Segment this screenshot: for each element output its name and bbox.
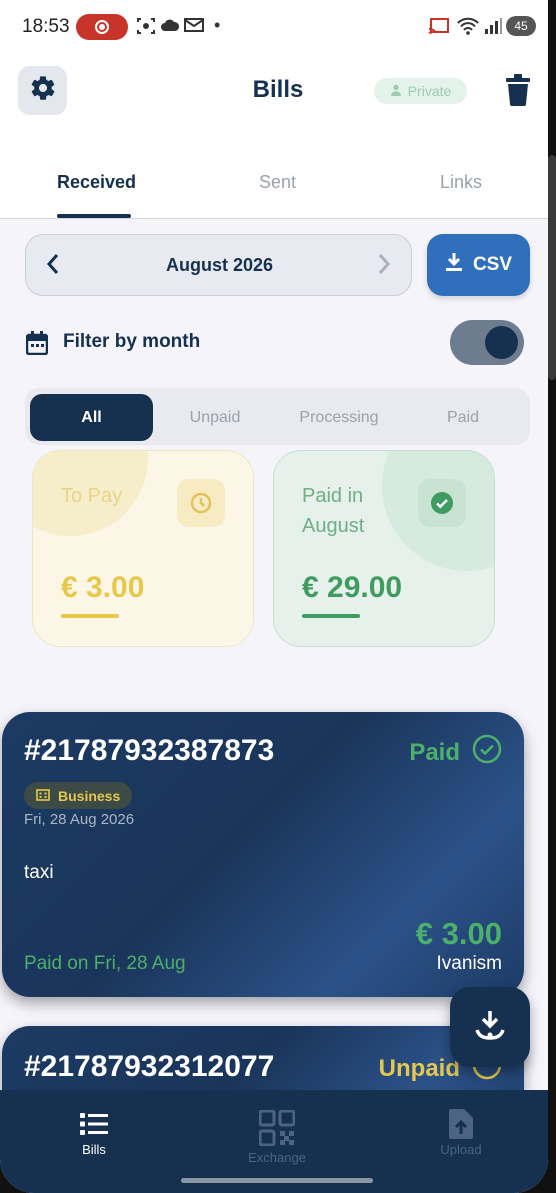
delete-button[interactable] (504, 74, 532, 111)
status-filter: All Unpaid Processing Paid (25, 388, 530, 445)
csv-export-button[interactable]: CSV (427, 234, 530, 296)
calendar-icon (25, 331, 49, 360)
download-icon (445, 252, 463, 278)
bill-description: taxi (24, 862, 54, 883)
nav-bills-label: Bills (82, 1142, 106, 1157)
tab-sent[interactable]: Sent (259, 172, 296, 193)
tab-links[interactable]: Links (440, 172, 482, 193)
wifi-icon (456, 17, 480, 40)
nav-exchange-label: Exchange (248, 1150, 306, 1165)
month-selector: August 2026 (25, 234, 412, 296)
to-pay-accent-bar (61, 614, 119, 618)
toggle-knob (485, 326, 518, 359)
nav-exchange[interactable]: Exchange (222, 1106, 332, 1165)
app-screen: 18:53 • 45 Bills Private Received Sent L… (0, 0, 548, 1193)
active-tab-indicator (57, 214, 131, 218)
cast-icon (428, 17, 450, 40)
status-bar: 18:53 • 45 (0, 0, 548, 54)
to-pay-amount: € 3.00 (61, 571, 145, 604)
csv-label: CSV (472, 254, 513, 275)
signal-icon (484, 17, 502, 40)
paid-accent-bar (302, 614, 360, 618)
to-pay-card[interactable]: To Pay € 3.00 (32, 450, 254, 647)
paid-card[interactable]: Paid in August € 29.00 (273, 450, 495, 647)
bill-date: Fri, 28 Aug 2026 (24, 811, 135, 828)
check-circle-icon (418, 479, 466, 527)
nav-upload-label: Upload (440, 1142, 482, 1157)
qr-code-icon (222, 1106, 332, 1150)
mail-icon (184, 17, 204, 38)
trash-icon (504, 74, 532, 110)
paid-title-line-1: Paid in (302, 485, 364, 507)
bill-status-label: Unpaid (378, 1054, 460, 1082)
person-icon (390, 83, 402, 99)
paid-title-line-2: August (302, 515, 365, 537)
download-share-icon (473, 1008, 507, 1047)
segment-paid[interactable]: Paid (401, 394, 525, 441)
upload-file-icon (406, 1106, 516, 1142)
battery-indicator: 45 (506, 16, 536, 36)
home-indicator[interactable] (181, 1178, 373, 1183)
bill-number: #21787932387873 (24, 734, 275, 767)
bill-number: #21787932312077 (24, 1050, 275, 1083)
private-badge[interactable]: Private (374, 78, 467, 104)
category-badge: Business (24, 782, 133, 809)
filter-by-month-toggle[interactable] (450, 320, 524, 365)
category-label: Business (58, 787, 121, 804)
nav-bills[interactable]: Bills (39, 1106, 149, 1157)
bill-amount: € 3.00 (415, 916, 502, 951)
nav-upload[interactable]: Upload (406, 1106, 516, 1157)
check-circle-outline-icon (472, 734, 502, 771)
scrollbar[interactable] (548, 155, 556, 380)
screen-record-indicator[interactable] (76, 14, 128, 40)
segment-all[interactable]: All (30, 394, 153, 441)
segment-unpaid[interactable]: Unpaid (153, 394, 277, 441)
month-label: August 2026 (165, 255, 274, 275)
list-icon (39, 1106, 149, 1142)
tab-received[interactable]: Received (57, 172, 136, 193)
building-icon (36, 787, 50, 804)
clock-icon (177, 479, 225, 527)
to-pay-title: To Pay (61, 485, 123, 507)
bills-tabs: Received Sent Links (0, 144, 548, 219)
bill-card[interactable]: #21787932387873 Paid Business Fri, 28 Au… (2, 712, 524, 997)
notification-dot-icon: • (214, 15, 221, 35)
private-badge-label: Private (407, 83, 452, 99)
filter-label: Filter by month (63, 331, 201, 352)
status-time: 18:53 (22, 16, 70, 37)
paid-title: Paid in August (302, 481, 364, 541)
bill-status: Paid (409, 734, 502, 771)
bill-payer: Ivanism (436, 953, 502, 974)
paid-amount: € 29.00 (302, 571, 403, 604)
screenshot-icon (136, 17, 156, 40)
bill-paid-on: Paid on Fri, 28 Aug (24, 953, 186, 974)
app-header: Bills Private (0, 54, 548, 144)
download-fab[interactable] (450, 987, 530, 1067)
cloud-icon (160, 17, 180, 40)
segment-processing[interactable]: Processing (277, 394, 401, 441)
bill-status-label: Paid (409, 738, 460, 766)
chevron-right-icon[interactable] (377, 253, 391, 280)
